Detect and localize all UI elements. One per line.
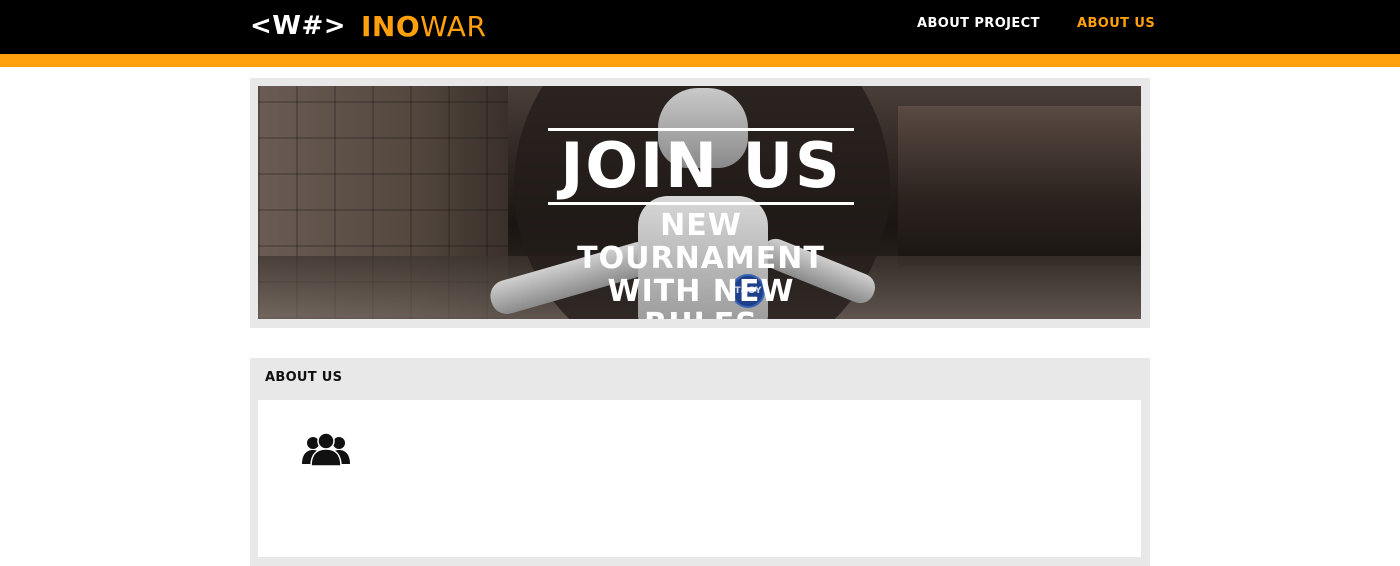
nav-about-us[interactable]: ABOUT US <box>1077 16 1155 36</box>
accent-strip <box>0 54 1400 67</box>
banner-headline: JOIN US NEW TOURNAMENT WITH NEW RULES <box>546 128 856 319</box>
logo-mark[interactable]: <W#> <box>250 9 346 43</box>
tournament-banner[interactable]: T&SY JOIN US NEW TOURNAMENT WITH NEW RUL… <box>258 86 1141 319</box>
banner-title: JOIN US <box>560 129 842 202</box>
brand-name-bold: INO <box>361 9 421 43</box>
brand-name-light: WAR <box>420 9 487 43</box>
banner-subtitle-line-2: WITH NEW RULES <box>607 274 795 319</box>
group-icon <box>302 432 350 466</box>
headline-bottom-rule <box>548 202 854 205</box>
nav-about-project[interactable]: ABOUT PROJECT <box>917 16 1040 36</box>
banner-background-right <box>898 106 1141 266</box>
banner-subtitle-line-1: NEW TOURNAMENT <box>577 208 825 276</box>
top-navigation-bar <box>0 0 1400 54</box>
about-section-title: ABOUT US <box>265 370 343 385</box>
about-content-panel <box>258 400 1141 557</box>
brand-logo[interactable]: INO WAR <box>361 9 486 43</box>
